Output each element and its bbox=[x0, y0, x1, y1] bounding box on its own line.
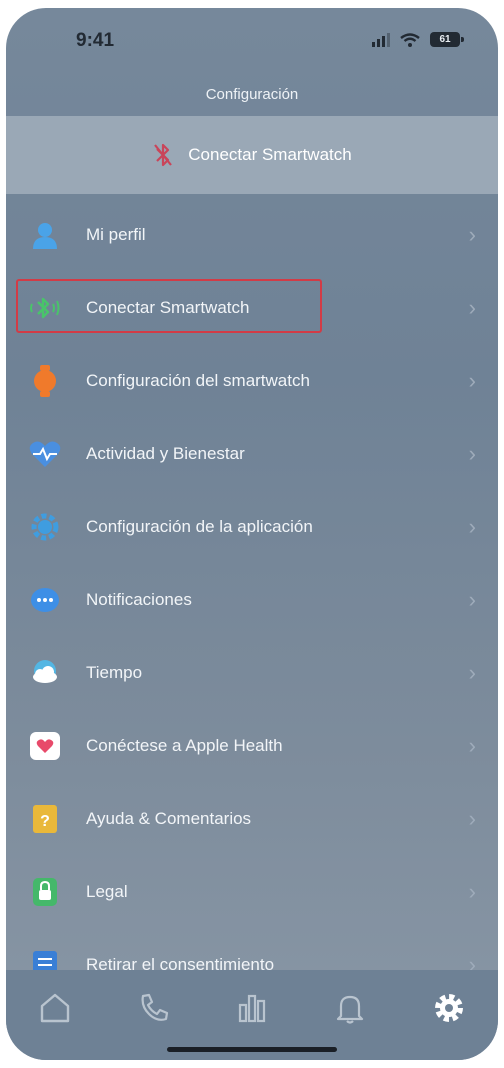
chevron-right-icon: › bbox=[468, 659, 476, 685]
gear-icon bbox=[28, 510, 62, 544]
status-icons: 61 bbox=[372, 32, 464, 47]
menu-item-apple-health[interactable]: Conéctese a Apple Health › bbox=[6, 709, 498, 782]
settings-menu: Mi perfil › Conectar Smartwatch › Config… bbox=[6, 198, 498, 1001]
status-time: 9:41 bbox=[76, 30, 115, 51]
stats-icon bbox=[238, 994, 266, 1023]
menu-item-label: Legal bbox=[86, 881, 128, 901]
tab-stats[interactable] bbox=[232, 988, 272, 1028]
page-title: Configuración bbox=[205, 86, 299, 103]
menu-item-configuracion-smartwatch[interactable]: Configuración del smartwatch › bbox=[6, 344, 498, 417]
menu-item-label: Notificaciones bbox=[86, 589, 192, 609]
chevron-right-icon: › bbox=[468, 513, 476, 539]
connect-smartwatch-banner[interactable]: Conectar Smartwatch bbox=[6, 116, 498, 194]
chevron-right-icon: › bbox=[468, 805, 476, 831]
menu-item-label: Conectar Smartwatch bbox=[86, 297, 250, 317]
chevron-right-icon: › bbox=[468, 221, 476, 247]
menu-item-label: Configuración de la aplicación bbox=[86, 516, 313, 536]
phone-icon bbox=[141, 993, 168, 1021]
battery-level: 61 bbox=[439, 34, 451, 45]
bluetooth-icon bbox=[28, 291, 62, 325]
battery-icon: 61 bbox=[430, 32, 464, 47]
gear-icon bbox=[434, 994, 463, 1022]
menu-item-tiempo[interactable]: Tiempo › bbox=[6, 636, 498, 709]
tab-phone[interactable] bbox=[134, 988, 174, 1028]
heart-pulse-icon bbox=[28, 437, 62, 471]
tab-notifications[interactable] bbox=[330, 988, 370, 1028]
tab-settings[interactable] bbox=[429, 988, 469, 1028]
help-icon: ? bbox=[28, 802, 62, 836]
menu-item-label: Configuración del smartwatch bbox=[86, 370, 310, 390]
chevron-right-icon: › bbox=[468, 586, 476, 612]
menu-item-notificaciones[interactable]: Notificaciones › bbox=[6, 563, 498, 636]
menu-item-conectar-smartwatch[interactable]: Conectar Smartwatch › bbox=[6, 271, 498, 344]
svg-text:?: ? bbox=[40, 813, 50, 830]
chevron-right-icon: › bbox=[468, 367, 476, 393]
chevron-right-icon: › bbox=[468, 732, 476, 758]
lock-icon bbox=[28, 875, 62, 909]
menu-item-label: Tiempo bbox=[86, 662, 143, 682]
menu-item-actividad-bienestar[interactable]: Actividad y Bienestar › bbox=[6, 417, 498, 490]
menu-item-configuracion-app[interactable]: Configuración de la aplicación › bbox=[6, 490, 498, 563]
home-indicator bbox=[167, 1047, 337, 1052]
status-bar: 9:41 61 bbox=[6, 8, 498, 74]
chevron-right-icon: › bbox=[468, 878, 476, 904]
menu-item-label: Mi perfil bbox=[86, 224, 146, 244]
bluetooth-off-icon bbox=[154, 143, 173, 167]
phone-screen: 9:41 61 Configuración Conectar Smartwatc… bbox=[6, 8, 498, 1060]
menu-item-ayuda[interactable]: ? Ayuda & Comentarios › bbox=[6, 782, 498, 855]
banner-label: Conectar Smartwatch bbox=[188, 145, 352, 164]
menu-item-label: Ayuda & Comentarios bbox=[86, 808, 252, 828]
bell-icon bbox=[337, 995, 364, 1024]
weather-icon bbox=[28, 656, 62, 690]
menu-item-label: Actividad y Bienestar bbox=[86, 443, 245, 463]
message-icon bbox=[28, 583, 62, 617]
menu-item-legal[interactable]: Legal › bbox=[6, 855, 498, 928]
person-icon bbox=[28, 218, 62, 252]
tab-home[interactable] bbox=[35, 988, 75, 1028]
menu-item-label: Conéctese a Apple Health bbox=[86, 735, 283, 755]
health-icon bbox=[28, 729, 62, 763]
wifi-icon bbox=[400, 32, 420, 47]
watch-icon bbox=[28, 364, 62, 398]
menu-item-mi-perfil[interactable]: Mi perfil › bbox=[6, 198, 498, 271]
signal-icon bbox=[372, 32, 390, 47]
chevron-right-icon: › bbox=[468, 294, 476, 320]
home-icon bbox=[40, 993, 70, 1023]
chevron-right-icon: › bbox=[468, 440, 476, 466]
